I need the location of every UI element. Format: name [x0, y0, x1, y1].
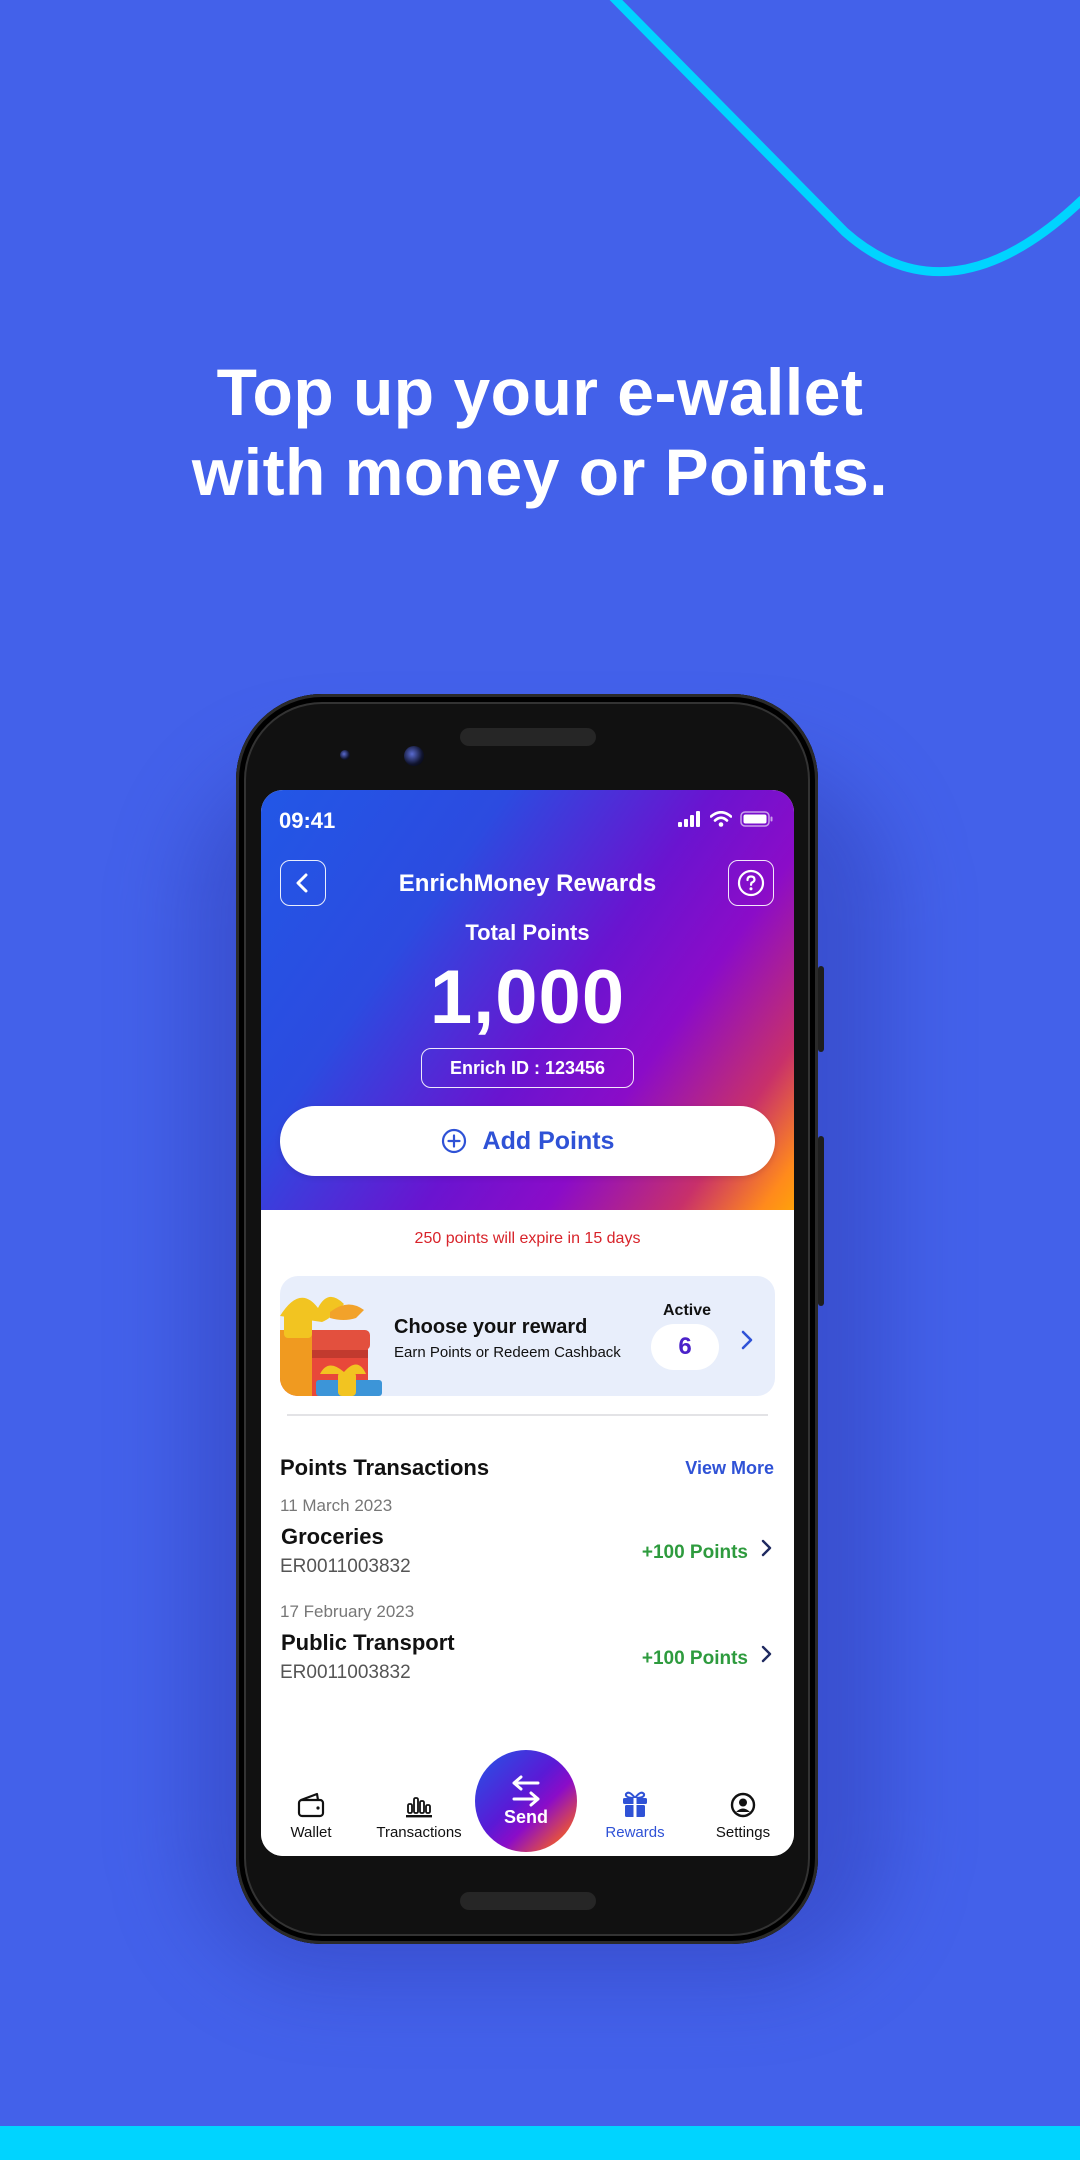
- help-button[interactable]: [728, 860, 774, 906]
- headline-line-2: with money or Points.: [191, 435, 889, 509]
- phone-sensor: [340, 750, 350, 760]
- transaction-date: 17 February 2023: [280, 1602, 415, 1621]
- total-points-value: 1,000: [429, 955, 626, 1040]
- status-bar: 09:41: [279, 808, 774, 834]
- expire-notice: 250 points will expire in 15 days: [414, 1230, 641, 1247]
- active-count-badge: 6: [651, 1324, 719, 1370]
- transaction-date: 11 March 2023: [280, 1496, 393, 1515]
- signal-icon: [678, 811, 700, 827]
- headline-line-1: Top up your e-wallet: [216, 355, 864, 429]
- bottom-accent-strip: [0, 2126, 1080, 2160]
- promo-headline: Top up your e-wallet with money or Point…: [0, 352, 1080, 512]
- enrich-id-badge: Enrich ID : 123456: [421, 1048, 634, 1088]
- wallet-icon: [297, 1792, 325, 1818]
- question-icon: [737, 869, 765, 897]
- bottom-navigation: Wallet Transactions Send Rewards Setting…: [261, 1736, 794, 1856]
- gift-illustration-icon: [280, 1296, 382, 1396]
- battery-icon: [740, 811, 773, 827]
- send-label: Send: [503, 1806, 548, 1827]
- transaction-id: ER0011003832: [280, 1556, 411, 1577]
- swap-arrows-icon: [512, 1775, 540, 1806]
- status-time: 09:41: [279, 808, 336, 833]
- nav-settings-label: Settings: [715, 1824, 771, 1841]
- total-points-label: Total Points: [465, 920, 590, 945]
- screen-title: EnrichMoney Rewards: [398, 870, 657, 897]
- phone-front-camera: [404, 746, 424, 766]
- choose-reward-card[interactable]: Choose your reward Earn Points or Redeem…: [280, 1276, 775, 1396]
- nav-wallet[interactable]: Wallet: [261, 1788, 361, 1841]
- nav-wallet-label: Wallet: [290, 1824, 332, 1841]
- transaction-row[interactable]: 11 March 2023 Groceries ER0011003832 +10…: [280, 1496, 774, 1596]
- transaction-name: Public Transport: [281, 1630, 455, 1655]
- plus-circle-icon: [441, 1128, 466, 1154]
- user-circle-icon: [730, 1792, 756, 1818]
- add-points-button[interactable]: Add Points: [280, 1106, 775, 1176]
- wifi-icon: [710, 811, 732, 827]
- send-button[interactable]: Send: [475, 1750, 577, 1852]
- phone-power-button: [818, 966, 824, 1052]
- phone-volume-button: [818, 1136, 824, 1306]
- transaction-points: +100 Points: [641, 1648, 748, 1669]
- nav-transactions-label: Transactions: [376, 1824, 462, 1841]
- chevron-right-icon: [761, 1645, 772, 1663]
- transaction-points: +100 Points: [641, 1542, 748, 1563]
- nav-rewards[interactable]: Rewards: [585, 1788, 685, 1841]
- section-divider: [287, 1414, 768, 1416]
- transaction-id: ER0011003832: [280, 1662, 411, 1683]
- bar-chart-icon: [406, 1797, 432, 1818]
- chevron-right-icon: [741, 1330, 753, 1350]
- nav-rewards-label: Rewards: [605, 1824, 665, 1841]
- phone-bottom-speaker: [460, 1892, 596, 1910]
- reward-card-subtitle: Earn Points or Redeem Cashback: [394, 1344, 621, 1361]
- active-label: Active: [663, 1302, 712, 1319]
- nav-settings[interactable]: Settings: [693, 1788, 793, 1841]
- decorative-curve: [609, 0, 1080, 277]
- add-points-label: Add Points: [482, 1126, 615, 1155]
- chevron-right-icon: [761, 1539, 772, 1557]
- transactions-heading: Points Transactions: [280, 1455, 490, 1480]
- phone-mockup: 09:41 EnrichMoney Rewards Total Points 1…: [236, 694, 824, 1944]
- gift-icon: [623, 1791, 647, 1817]
- transaction-name: Groceries: [281, 1524, 384, 1549]
- rewards-hero: 09:41 EnrichMoney Rewards Total Points 1…: [261, 790, 794, 1210]
- transaction-row[interactable]: 17 February 2023 Public Transport ER0011…: [280, 1602, 774, 1702]
- phone-top-speaker: [460, 728, 596, 746]
- nav-transactions[interactable]: Transactions: [369, 1788, 469, 1841]
- reward-card-title: Choose your reward: [394, 1316, 588, 1338]
- view-more-link[interactable]: View More: [685, 1458, 774, 1479]
- app-screen: 09:41 EnrichMoney Rewards Total Points 1…: [261, 790, 794, 1856]
